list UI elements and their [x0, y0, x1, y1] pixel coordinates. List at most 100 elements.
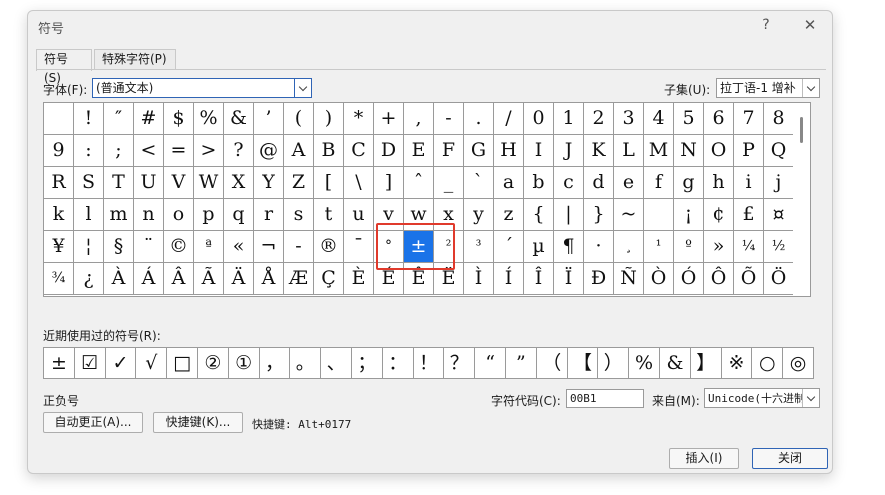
- recent-symbol-cell[interactable]: ✓: [106, 348, 137, 378]
- symbol-cell[interactable]: ~: [614, 199, 644, 231]
- recent-symbol-cell[interactable]: ，: [260, 348, 291, 378]
- recent-symbol-cell[interactable]: ：: [383, 348, 414, 378]
- symbol-cell[interactable]: *: [344, 103, 374, 135]
- symbol-cell[interactable]: -: [284, 231, 314, 263]
- shortcut-key-button[interactable]: 快捷键(K)...: [153, 412, 243, 433]
- symbol-cell[interactable]: g: [674, 167, 704, 199]
- symbol-cell[interactable]: K: [584, 135, 614, 167]
- symbol-cell[interactable]: Ã: [194, 263, 224, 295]
- symbol-cell[interactable]: «: [224, 231, 254, 263]
- close-button[interactable]: 关闭: [752, 448, 828, 469]
- recent-symbol-cell[interactable]: ）: [598, 348, 630, 378]
- symbol-cell[interactable]: -: [434, 103, 464, 135]
- insert-button[interactable]: 插入(I): [669, 448, 739, 469]
- symbol-cell[interactable]: {: [524, 199, 554, 231]
- symbol-cell[interactable]: 8: [764, 103, 794, 135]
- symbol-cell[interactable]: Ç: [314, 263, 344, 295]
- symbol-cell[interactable]: &: [224, 103, 254, 135]
- recent-symbol-cell[interactable]: （: [537, 348, 568, 378]
- symbol-cell[interactable]: A: [284, 135, 314, 167]
- symbol-cell[interactable]: Q: [764, 135, 794, 167]
- recent-symbol-cell[interactable]: 、: [321, 348, 352, 378]
- font-select[interactable]: (普通文本): [92, 78, 312, 98]
- tab-symbols[interactable]: 符号(S): [36, 49, 92, 85]
- symbol-cell[interactable]: µ: [524, 231, 554, 263]
- symbol-cell[interactable]: \: [344, 167, 374, 199]
- symbol-cell[interactable]: ¢: [704, 199, 734, 231]
- symbol-cell[interactable]: k: [44, 199, 74, 231]
- symbol-cell[interactable]: Ð: [584, 263, 614, 295]
- chevron-down-icon[interactable]: [802, 79, 819, 97]
- symbol-cell[interactable]: E: [404, 135, 434, 167]
- symbol-cell[interactable]: ,: [404, 103, 434, 135]
- symbol-cell[interactable]: ¨: [134, 231, 164, 263]
- symbol-cell[interactable]: s: [284, 199, 314, 231]
- symbol-cell[interactable]: R: [44, 167, 74, 199]
- symbol-cell[interactable]: »: [704, 231, 734, 263]
- recent-symbol-cell[interactable]: %: [629, 348, 660, 378]
- symbol-cell[interactable]: ˆ: [404, 167, 434, 199]
- symbol-cell[interactable]: ´: [494, 231, 524, 263]
- symbol-cell[interactable]: L: [614, 135, 644, 167]
- symbol-cell[interactable]: ¹: [644, 231, 674, 263]
- recent-symbol-cell[interactable]: ±: [44, 348, 75, 378]
- symbol-cell[interactable]: }: [584, 199, 614, 231]
- symbol-cell[interactable]: Ô: [704, 263, 734, 295]
- symbol-cell[interactable]: _: [434, 167, 464, 199]
- symbol-cell[interactable]: ¯: [344, 231, 374, 263]
- symbol-cell[interactable]: <: [134, 135, 164, 167]
- symbol-cell[interactable]: l: [74, 199, 104, 231]
- symbol-cell[interactable]: Ó: [674, 263, 704, 295]
- symbol-cell[interactable]: /: [494, 103, 524, 135]
- symbol-cell[interactable]: §: [104, 231, 134, 263]
- recent-symbol-cell[interactable]: ”: [506, 348, 537, 378]
- symbol-cell[interactable]: ¡: [674, 199, 704, 231]
- symbol-cell[interactable]: 1: [554, 103, 584, 135]
- symbol-cell[interactable]: 7: [734, 103, 764, 135]
- symbol-cell[interactable]: t: [314, 199, 344, 231]
- symbol-cell[interactable]: Î: [524, 263, 554, 295]
- tab-special-characters[interactable]: 特殊字符(P): [94, 49, 176, 70]
- symbol-cell[interactable]: È: [344, 263, 374, 295]
- scrollbar-thumb[interactable]: [800, 117, 803, 143]
- recent-symbol-cell[interactable]: ※: [722, 348, 753, 378]
- symbol-cell[interactable]: j: [764, 167, 794, 199]
- symbol-cell[interactable]: =: [164, 135, 194, 167]
- symbol-cell[interactable]: `: [464, 167, 494, 199]
- symbol-cell[interactable]: r: [254, 199, 284, 231]
- title-bar[interactable]: 符号 ? ✕: [28, 11, 832, 41]
- symbol-cell[interactable]: .: [464, 103, 494, 135]
- recent-symbol-cell[interactable]: ◎: [783, 348, 814, 378]
- symbol-cell[interactable]: S: [74, 167, 104, 199]
- symbol-cell[interactable]: y: [464, 199, 494, 231]
- symbol-cell[interactable]: i: [734, 167, 764, 199]
- symbol-cell[interactable]: @: [254, 135, 284, 167]
- symbol-cell[interactable]: b: [524, 167, 554, 199]
- symbol-cell[interactable]: c: [554, 167, 584, 199]
- symbol-cell[interactable]: ): [314, 103, 344, 135]
- symbol-cell[interactable]: u: [344, 199, 374, 231]
- symbol-cell[interactable]: G: [464, 135, 494, 167]
- symbol-cell[interactable]: ©: [164, 231, 194, 263]
- symbol-cell[interactable]: %: [194, 103, 224, 135]
- recent-symbol-cell[interactable]: 【: [568, 348, 599, 378]
- symbol-cell[interactable]: +: [374, 103, 404, 135]
- symbol-cell[interactable]: £: [734, 199, 764, 231]
- symbol-cell[interactable]: X: [224, 167, 254, 199]
- symbol-cell[interactable]: I: [524, 135, 554, 167]
- symbol-cell[interactable]: O: [704, 135, 734, 167]
- recent-symbol-cell[interactable]: ☑: [75, 348, 106, 378]
- symbol-cell[interactable]: Z: [284, 167, 314, 199]
- symbol-cell[interactable]: B: [314, 135, 344, 167]
- symbol-cell[interactable]: :: [74, 135, 104, 167]
- symbol-cell[interactable]: ®: [314, 231, 344, 263]
- subset-select[interactable]: 拉丁语-1 增补: [716, 78, 820, 98]
- symbol-cell[interactable]: ·: [584, 231, 614, 263]
- symbol-cell[interactable]: |: [554, 199, 584, 231]
- symbol-cell[interactable]: ¼: [734, 231, 764, 263]
- recent-symbol-cell[interactable]: ！: [414, 348, 445, 378]
- symbol-cell[interactable]: Æ: [284, 263, 314, 295]
- symbol-cell[interactable]: ª: [194, 231, 224, 263]
- symbol-cell[interactable]: ¶: [554, 231, 584, 263]
- recent-symbol-cell[interactable]: &: [660, 348, 691, 378]
